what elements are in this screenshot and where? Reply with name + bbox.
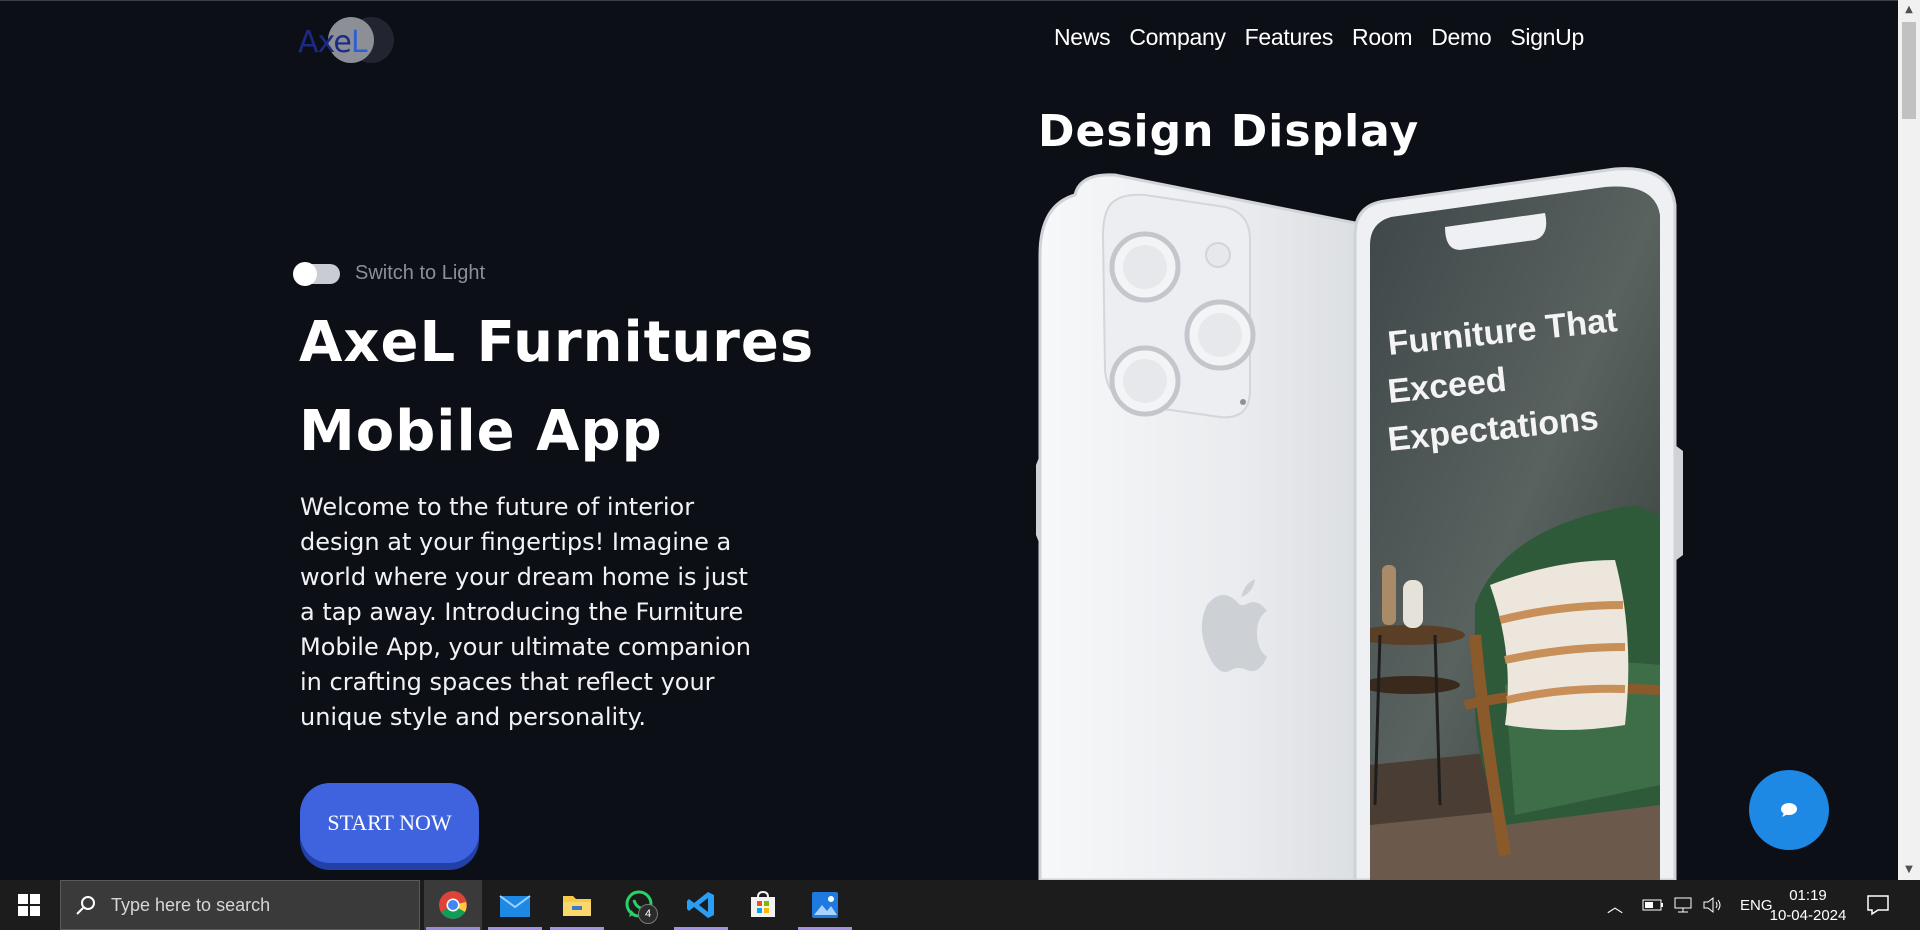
chrome-icon xyxy=(439,891,467,919)
phone-front: Furniture That Exceed Expectations xyxy=(1353,167,1683,880)
taskbar-search-box[interactable]: Type here to search xyxy=(60,880,420,930)
scroll-up-arrow-icon[interactable]: ▲ xyxy=(1898,0,1920,20)
design-display-title: Design Display xyxy=(1038,106,1420,157)
chat-button[interactable] xyxy=(1749,770,1829,850)
nav-signup[interactable]: SignUp xyxy=(1510,24,1584,51)
volume-icon[interactable] xyxy=(1702,896,1724,914)
network-icon[interactable] xyxy=(1672,896,1694,914)
hero-description: Welcome to the future of interior design… xyxy=(300,493,751,731)
logo-text: AxeL xyxy=(298,25,368,60)
taskbar-mail[interactable] xyxy=(486,880,544,930)
nav-room[interactable]: Room xyxy=(1352,24,1412,51)
search-icon xyxy=(76,896,95,915)
taskbar-microsoft-store[interactable] xyxy=(734,880,792,930)
logo[interactable]: AxeL xyxy=(298,17,402,63)
battery-icon[interactable] xyxy=(1642,899,1664,911)
hero-title-line-2: Mobile App xyxy=(299,399,663,464)
taskbar-whatsapp[interactable]: 4 xyxy=(610,880,668,930)
mail-icon xyxy=(499,895,531,917)
taskbar-file-explorer[interactable] xyxy=(548,880,606,930)
windows-taskbar: Type here to search 4 ︿ ENG 01:19 10-04-… xyxy=(0,880,1920,930)
system-tray: ︿ ENG xyxy=(1600,880,1773,930)
photos-icon xyxy=(812,892,838,918)
notification-center[interactable] xyxy=(1866,880,1890,930)
nav-company[interactable]: Company xyxy=(1129,24,1226,51)
scrollbar-thumb[interactable] xyxy=(1902,22,1916,119)
toggle-knob[interactable] xyxy=(293,261,317,286)
scroll-down-arrow-icon[interactable]: ▼ xyxy=(1898,860,1920,880)
window-top-border xyxy=(0,0,1920,1)
notification-icon xyxy=(1867,895,1889,916)
main-nav: News Company Features Room Demo SignUp xyxy=(1054,24,1584,51)
taskbar-chrome[interactable] xyxy=(424,880,482,930)
toggle-label: Switch to Light xyxy=(355,262,486,284)
whatsapp-badge: 4 xyxy=(638,904,658,924)
windows-logo-icon xyxy=(18,894,40,916)
phone-mockup-image: Furniture That Exceed Expectations xyxy=(1036,167,1683,880)
taskbar-clock[interactable]: 01:19 10-04-2024 xyxy=(1764,886,1852,926)
chat-bubble-icon xyxy=(1781,803,1797,817)
taskbar-vscode[interactable] xyxy=(672,880,730,930)
chevron-up-icon[interactable]: ︿ xyxy=(1600,893,1630,917)
nav-demo[interactable]: Demo xyxy=(1431,24,1491,51)
nav-news[interactable]: News xyxy=(1054,24,1111,51)
hero-title: AxeL Furnitures Mobile App xyxy=(299,298,814,476)
toggle-track[interactable] xyxy=(293,261,340,286)
phone-back xyxy=(1036,173,1382,880)
theme-toggle[interactable]: Switch to Light xyxy=(293,261,486,286)
vscode-icon xyxy=(687,892,714,918)
hero-title-line-1: AxeL Furnitures xyxy=(299,310,815,375)
windows-start-button[interactable] xyxy=(0,880,58,930)
start-now-button[interactable]: START NOW xyxy=(300,783,479,863)
clock-date: 10-04-2024 xyxy=(1769,907,1847,924)
search-placeholder: Type here to search xyxy=(111,894,271,915)
store-icon xyxy=(751,891,775,917)
taskbar-photos[interactable] xyxy=(796,880,854,930)
folder-icon xyxy=(563,896,591,916)
nav-features[interactable]: Features xyxy=(1245,24,1334,51)
clock-time: 01:19 xyxy=(1789,887,1827,904)
page-scrollbar[interactable]: ▲ ▼ xyxy=(1898,0,1920,880)
